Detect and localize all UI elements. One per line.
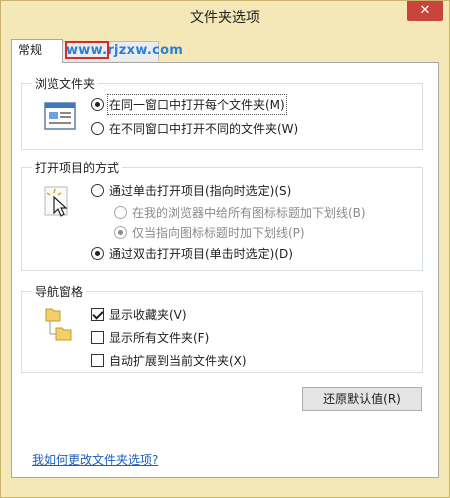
option-label: 通过双击打开项目(单击时选定)(D) — [109, 247, 293, 261]
tab-view[interactable]: www.rjzxw.com — [61, 41, 183, 61]
option-same-window[interactable]: 在同一窗口中打开每个文件夹(M) — [91, 94, 287, 115]
option-label: 在我的浏览器中给所有图标标题加下划线(B) — [132, 206, 366, 220]
window-icon — [44, 102, 76, 130]
option-label: 仅当指向图标标题时加下划线(P) — [132, 226, 305, 240]
option-label: 显示收藏夹(V) — [109, 308, 187, 322]
radio-double-click[interactable] — [91, 247, 104, 260]
tab-general-label: 常规 — [18, 43, 43, 57]
folder-options-dialog: 文件夹选项 ✕ 常规 www.rjzxw.com 浏览文件夹 在同一窗口中打开每… — [0, 0, 450, 498]
radio-single-click[interactable] — [91, 184, 104, 197]
radio-underline-hover[interactable] — [114, 226, 127, 239]
option-underline-all[interactable]: 在我的浏览器中给所有图标标题加下划线(B) — [114, 204, 366, 221]
option-label: 通过单击打开项目(指向时选定)(S) — [109, 184, 292, 198]
radio-underline-all[interactable] — [114, 206, 127, 219]
group-title-click: 打开项目的方式 — [32, 159, 123, 176]
option-show-all-folders[interactable]: 显示所有文件夹(F) — [91, 329, 209, 346]
tab-general[interactable]: 常规 — [11, 39, 63, 63]
option-label: 在同一窗口中打开每个文件夹(M) — [107, 94, 287, 115]
radio-new-window[interactable] — [91, 122, 104, 135]
checkbox-show-all-folders[interactable] — [91, 331, 104, 344]
window-title: 文件夹选项 — [190, 10, 260, 26]
option-label: 自动扩展到当前文件夹(X) — [109, 354, 247, 368]
group-title-browse: 浏览文件夹 — [32, 75, 99, 92]
checkbox-auto-expand[interactable] — [91, 354, 104, 367]
option-single-click[interactable]: 通过单击打开项目(指向时选定)(S) — [91, 182, 291, 199]
option-label: 显示所有文件夹(F) — [109, 331, 210, 345]
close-button[interactable]: ✕ — [407, 1, 443, 21]
group-title-nav: 导航窗格 — [32, 283, 87, 300]
radio-same-window[interactable] — [91, 98, 104, 111]
option-underline-hover[interactable]: 仅当指向图标标题时加下划线(P) — [114, 224, 305, 241]
group-click-items: 打开项目的方式 通过单击打开项目(指向时选定)(S) 在我的浏览器中给所有图标标… — [21, 159, 423, 271]
option-auto-expand[interactable]: 自动扩展到当前文件夹(X) — [91, 352, 247, 369]
option-double-click[interactable]: 通过双击打开项目(单击时选定)(D) — [91, 245, 293, 262]
cursor-click-icon — [44, 186, 68, 217]
watermark-text: www.rjzxw.com — [66, 43, 184, 58]
group-navigation-pane: 导航窗格 显示收藏夹(V) 显示所有文件夹(F) 自动扩展到当前文件夹(X) — [21, 283, 423, 373]
folder-tree-icon — [45, 308, 72, 341]
close-icon: ✕ — [419, 3, 431, 18]
checkbox-show-favorites[interactable] — [91, 308, 104, 321]
title-bar[interactable]: 文件夹选项 ✕ — [1, 1, 449, 31]
group-browse-folders: 浏览文件夹 在同一窗口中打开每个文件夹(M) 在不同窗口中打开不同的文件夹(W) — [21, 75, 423, 150]
option-label: 在不同窗口中打开不同的文件夹(W) — [109, 122, 299, 136]
option-show-favorites[interactable]: 显示收藏夹(V) — [91, 306, 187, 323]
restore-defaults-button[interactable]: 还原默认值(R) — [302, 387, 422, 411]
option-new-window[interactable]: 在不同窗口中打开不同的文件夹(W) — [91, 120, 298, 137]
help-link[interactable]: 我如何更改文件夹选项? — [32, 451, 158, 468]
